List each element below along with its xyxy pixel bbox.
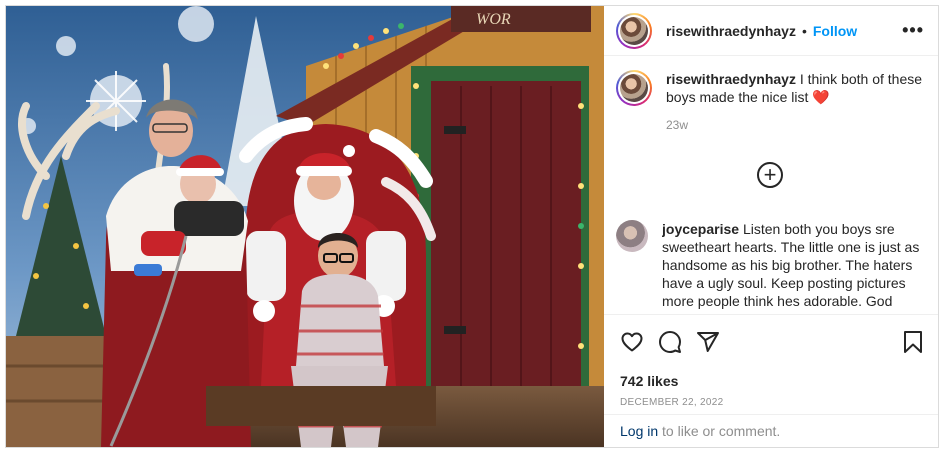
comment-item: joyceparise Listen both you boys sre swe… xyxy=(616,220,924,314)
share-icon[interactable] xyxy=(696,330,720,354)
sign-text: WOR xyxy=(476,11,511,28)
caption-body: risewithraedynhayz I think both of these… xyxy=(666,70,924,134)
caption-time[interactable]: 23w xyxy=(666,116,924,134)
comment-icon[interactable] xyxy=(658,330,682,354)
likes-count[interactable]: 742 likes xyxy=(620,373,924,389)
post-frame: WOR risewithraedynhayz • Follow ••• rise… xyxy=(5,5,939,448)
login-prompt: to like or comment. xyxy=(662,423,781,439)
follow-button[interactable]: Follow xyxy=(813,23,857,39)
action-bar xyxy=(620,327,924,357)
post-photo[interactable]: WOR xyxy=(6,6,604,447)
more-icon[interactable]: ••• xyxy=(902,20,924,41)
bookmark-icon[interactable] xyxy=(902,330,924,354)
caption: risewithraedynhayz I think both of these… xyxy=(616,70,924,134)
author-avatar[interactable] xyxy=(616,12,652,49)
post-side-panel: risewithraedynhayz • Follow ••• risewith… xyxy=(604,6,938,447)
comments-section[interactable]: risewithraedynhayz I think both of these… xyxy=(604,56,938,314)
avatar-image xyxy=(620,74,648,102)
commenter-avatar[interactable] xyxy=(616,220,648,252)
comment-body: joyceparise Listen both you boys sre swe… xyxy=(662,220,924,314)
heart-icon[interactable] xyxy=(620,330,644,354)
login-bar: Log in to like or comment. xyxy=(604,414,938,447)
author-username[interactable]: risewithraedynhayz xyxy=(666,23,796,39)
avatar-image xyxy=(620,16,648,45)
plus-circle-icon[interactable]: + xyxy=(757,162,783,188)
commenter-username[interactable]: joyceparise xyxy=(662,221,739,237)
avatar-inner xyxy=(618,72,650,104)
caption-avatar[interactable] xyxy=(616,70,652,106)
separator-dot: • xyxy=(801,22,807,39)
post-header: risewithraedynhayz • Follow ••• xyxy=(604,6,938,56)
post-date: DECEMBER 22, 2022 xyxy=(620,397,724,408)
santa-photo-illustration: WOR xyxy=(6,6,604,447)
login-link[interactable]: Log in xyxy=(620,423,658,439)
actions-area: 742 likes DECEMBER 22, 2022 xyxy=(604,314,938,414)
avatar-inner xyxy=(618,14,650,47)
caption-username[interactable]: risewithraedynhayz xyxy=(666,71,796,87)
